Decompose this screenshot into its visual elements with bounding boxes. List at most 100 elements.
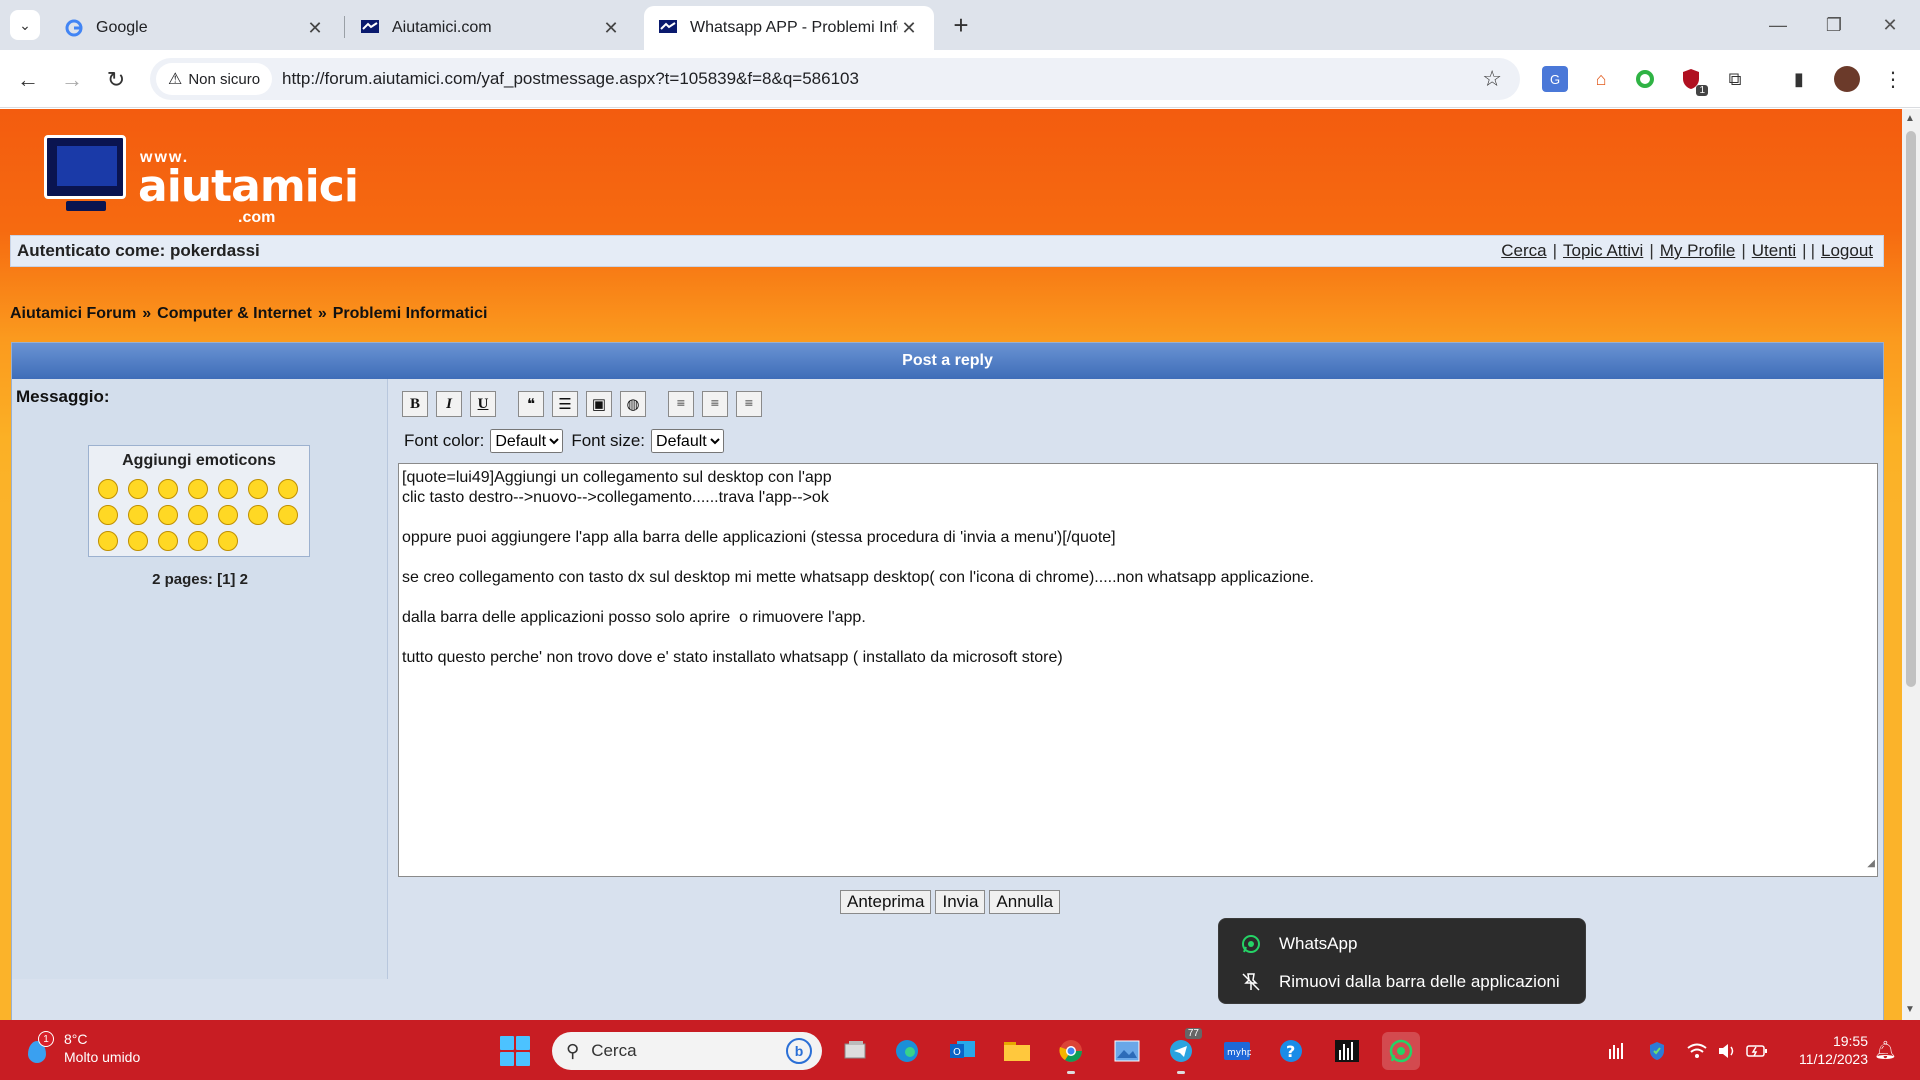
- google-translate-icon[interactable]: G: [1542, 66, 1568, 92]
- telegram-icon[interactable]: 77: [1162, 1028, 1202, 1074]
- emoticon-icon[interactable]: [93, 476, 123, 502]
- minimize-icon[interactable]: —: [1758, 10, 1798, 40]
- bing-icon[interactable]: b: [786, 1038, 812, 1064]
- audio-tray-icon[interactable]: [1606, 1040, 1628, 1062]
- send-button[interactable]: Invia: [935, 890, 986, 914]
- quote-icon[interactable]: ❝: [518, 391, 544, 417]
- whatsapp-taskbar-icon[interactable]: [1382, 1032, 1420, 1070]
- emoticon-icon[interactable]: [213, 476, 243, 502]
- scrollbar-thumb[interactable]: [1906, 131, 1916, 687]
- page-scrollbar[interactable]: ▲ ▼: [1902, 109, 1920, 1020]
- bookmark-star-icon[interactable]: ☆: [1482, 66, 1502, 92]
- align-left-icon[interactable]: ≡: [668, 391, 694, 417]
- emoticon-icon[interactable]: [243, 476, 273, 502]
- notification-bell-icon[interactable]: 🔔︎: [1874, 1040, 1897, 1061]
- reload-icon[interactable]: ↻: [100, 64, 132, 96]
- forward-arrow-icon[interactable]: →: [56, 64, 88, 96]
- emoticon-pages[interactable]: 2 pages: [1] 2: [12, 571, 388, 588]
- volume-icon[interactable]: [1716, 1040, 1738, 1062]
- bold-button[interactable]: B: [402, 391, 428, 417]
- emoticon-icon[interactable]: [93, 528, 123, 554]
- emoticon-icon[interactable]: [273, 502, 303, 528]
- battery-icon[interactable]: [1746, 1040, 1768, 1062]
- emoticon-icon[interactable]: [153, 502, 183, 528]
- emoticon-icon[interactable]: [213, 528, 243, 554]
- emoticon-icon[interactable]: [123, 502, 153, 528]
- align-right-icon[interactable]: ≡: [736, 391, 762, 417]
- cancel-button[interactable]: Annulla: [989, 890, 1061, 914]
- windows-start-icon[interactable]: [500, 1036, 530, 1066]
- italic-button[interactable]: I: [436, 391, 462, 417]
- close-icon[interactable]: ✕: [898, 18, 920, 39]
- restore-icon[interactable]: ❐: [1814, 10, 1854, 40]
- menu-kebab-icon[interactable]: ⋮: [1880, 66, 1906, 92]
- emoticon-icon[interactable]: [93, 502, 123, 528]
- help-icon[interactable]: ?: [1272, 1032, 1310, 1070]
- scroll-up-icon[interactable]: ▲: [1905, 113, 1915, 124]
- wifi-icon[interactable]: [1686, 1040, 1708, 1062]
- emoticon-icon[interactable]: [183, 502, 213, 528]
- link-globe-icon[interactable]: ◍: [620, 391, 646, 417]
- image-icon[interactable]: ▣: [586, 391, 612, 417]
- context-item-unpin[interactable]: Rimuovi dalla barra delle applicazioni: [1219, 963, 1585, 1001]
- list-icon[interactable]: ☰: [552, 391, 578, 417]
- close-icon[interactable]: ✕: [600, 18, 622, 39]
- nav-link-my-profile[interactable]: My Profile: [1660, 241, 1736, 261]
- scroll-down-icon[interactable]: ▼: [1905, 1004, 1915, 1015]
- tab-google[interactable]: Google ✕: [50, 6, 340, 50]
- profile-avatar[interactable]: [1834, 66, 1860, 92]
- shield-extension-icon[interactable]: 1: [1678, 66, 1708, 96]
- tab-aiutamici[interactable]: Aiutamici.com ✕: [346, 6, 636, 50]
- back-arrow-icon[interactable]: ←: [12, 64, 44, 96]
- emoticon-icon[interactable]: [243, 502, 273, 528]
- new-tab-plus-icon[interactable]: +: [946, 10, 976, 40]
- outlook-icon[interactable]: O: [944, 1032, 982, 1070]
- breadcrumb-subforum[interactable]: Problemi Informatici: [333, 305, 488, 322]
- emoticon-icon[interactable]: [213, 502, 243, 528]
- font-size-select[interactable]: Default: [651, 429, 725, 453]
- emoticon-icon[interactable]: [183, 528, 213, 554]
- window-close-icon[interactable]: ✕: [1870, 10, 1910, 40]
- emoticon-icon[interactable]: [153, 528, 183, 554]
- photo-app-icon[interactable]: [1108, 1032, 1146, 1070]
- tab-whatsapp-app[interactable]: Whatsapp APP - Problemi Informatici ✕: [644, 6, 934, 50]
- audio-equalizer-icon[interactable]: [1328, 1032, 1366, 1070]
- side-panel-icon[interactable]: ▮: [1786, 66, 1812, 92]
- preview-button[interactable]: Anteprima: [840, 890, 932, 914]
- emoticon-icon[interactable]: [153, 476, 183, 502]
- home-extension-icon[interactable]: ⌂: [1588, 66, 1614, 92]
- font-color-select[interactable]: Default: [490, 429, 564, 453]
- nav-link-logout[interactable]: Logout: [1821, 241, 1873, 261]
- close-icon[interactable]: ✕: [304, 18, 326, 39]
- chrome-icon[interactable]: [1052, 1032, 1090, 1074]
- green-circle-extension-icon[interactable]: [1632, 66, 1658, 92]
- system-clock[interactable]: 19:55 11/12/2023: [1778, 1032, 1868, 1068]
- url-text[interactable]: http://forum.aiutamici.com/yaf_postmessa…: [282, 69, 859, 89]
- task-view-icon[interactable]: [836, 1032, 874, 1070]
- tab-search-dropdown-icon[interactable]: ⌄: [10, 10, 40, 40]
- nav-link-utenti[interactable]: Utenti: [1752, 241, 1796, 261]
- emoticon-icon[interactable]: [273, 476, 303, 502]
- site-logo[interactable]: www. aiutamici .com: [44, 135, 359, 226]
- breadcrumb-category[interactable]: Computer & Internet: [157, 305, 312, 322]
- edge-icon[interactable]: [888, 1032, 926, 1070]
- nav-link-cerca[interactable]: Cerca: [1501, 241, 1546, 261]
- nav-link-topic-attivi[interactable]: Topic Attivi: [1563, 241, 1643, 261]
- underline-button[interactable]: U: [470, 391, 496, 417]
- myhp-icon[interactable]: myhp: [1218, 1032, 1256, 1070]
- security-shield-icon[interactable]: [1646, 1040, 1668, 1062]
- emoticon-icon[interactable]: [123, 476, 153, 502]
- file-explorer-icon[interactable]: [998, 1032, 1036, 1070]
- breadcrumb-forum[interactable]: Aiutamici Forum: [10, 305, 136, 322]
- address-bar[interactable]: ⚠ Non sicuro http://forum.aiutamici.com/…: [150, 58, 1520, 100]
- resize-grip-icon[interactable]: ◢: [1867, 854, 1875, 874]
- puzzle-extensions-icon[interactable]: ⧉: [1722, 66, 1748, 92]
- emoticon-icon[interactable]: [123, 528, 153, 554]
- align-center-icon[interactable]: ≡: [702, 391, 728, 417]
- taskbar-search[interactable]: ⚲ Cerca b: [552, 1032, 822, 1070]
- emoticon-icon[interactable]: [183, 476, 213, 502]
- security-chip[interactable]: ⚠ Non sicuro: [156, 63, 273, 95]
- message-textarea[interactable]: [quote=lui49]Aggiungi un collegamento su…: [398, 463, 1878, 877]
- context-item-whatsapp[interactable]: WhatsApp: [1219, 925, 1585, 963]
- weather-widget[interactable]: 1 8°C Molto umido: [24, 1030, 140, 1066]
